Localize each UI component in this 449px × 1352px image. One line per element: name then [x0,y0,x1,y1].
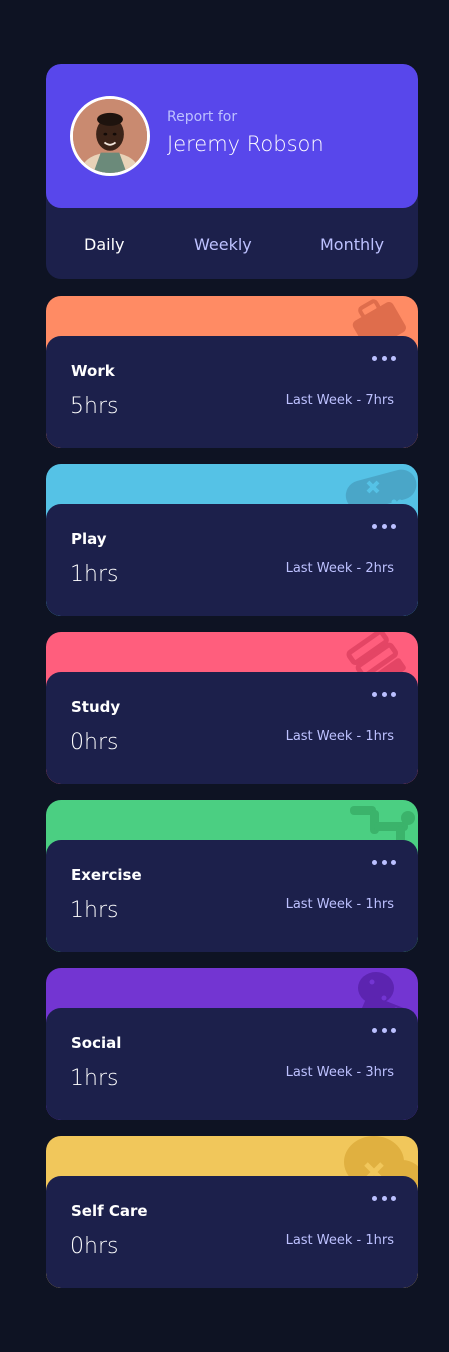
activity-card-exercise: Exercise 1hrs Last Week - 1hrs [46,800,418,952]
activity-current-hours: 0hrs [70,730,119,755]
avatar [70,96,150,176]
activity-current-hours: 1hrs [70,1066,119,1091]
activity-current-hours: 1hrs [70,562,119,587]
activity-previous-hours: Last Week - 7hrs [285,393,394,408]
activity-current-hours: 0hrs [70,1234,119,1259]
activity-previous-hours: Last Week - 3hrs [285,1065,394,1080]
activity-card-study: Study 0hrs Last Week - 1hrs [46,632,418,784]
options-ellipsis-icon[interactable] [372,688,396,700]
activity-card-body[interactable]: Play 1hrs Last Week - 2hrs [46,504,418,616]
dashboard: Report for Jeremy Robson Daily Weekly Mo… [46,64,418,1288]
activity-card-social: Social 1hrs Last Week - 3hrs [46,968,418,1120]
activity-card-body[interactable]: Self Care 0hrs Last Week - 1hrs [46,1176,418,1288]
options-ellipsis-icon[interactable] [372,856,396,868]
activity-card-body[interactable]: Study 0hrs Last Week - 1hrs [46,672,418,784]
tab-daily[interactable]: Daily [84,235,124,254]
activity-title: Work [71,362,115,380]
activity-title: Exercise [71,866,142,884]
activity-previous-hours: Last Week - 2hrs [285,561,394,576]
options-ellipsis-icon[interactable] [372,1024,396,1036]
activity-previous-hours: Last Week - 1hrs [285,897,394,912]
activity-card-play: Play 1hrs Last Week - 2hrs [46,464,418,616]
activity-previous-hours: Last Week - 1hrs [285,1233,394,1248]
activity-title: Study [71,698,121,716]
profile-card: Report for Jeremy Robson Daily Weekly Mo… [46,64,418,279]
activity-title: Play [71,530,107,548]
profile-header: Report for Jeremy Robson [46,64,418,208]
activity-current-hours: 1hrs [70,898,119,923]
user-name: Jeremy Robson [167,132,324,156]
options-ellipsis-icon[interactable] [372,1192,396,1204]
activity-card-body[interactable]: Social 1hrs Last Week - 3hrs [46,1008,418,1120]
activity-card-work: Work 5hrs Last Week - 7hrs [46,296,418,448]
activity-card-body[interactable]: Exercise 1hrs Last Week - 1hrs [46,840,418,952]
activity-title: Social [71,1034,122,1052]
activity-title: Self Care [71,1202,148,1220]
activity-card-body[interactable]: Work 5hrs Last Week - 7hrs [46,336,418,448]
tab-weekly[interactable]: Weekly [194,235,252,254]
options-ellipsis-icon[interactable] [372,352,396,364]
options-ellipsis-icon[interactable] [372,520,396,532]
tab-monthly[interactable]: Monthly [320,235,384,254]
activity-card-self-care: Self Care 0hrs Last Week - 1hrs [46,1136,418,1288]
timeframe-tabs: Daily Weekly Monthly [46,208,418,279]
activity-previous-hours: Last Week - 1hrs [285,729,394,744]
activity-current-hours: 5hrs [70,394,119,419]
report-for-label: Report for [167,109,238,125]
avatar-portrait-icon [73,99,147,173]
